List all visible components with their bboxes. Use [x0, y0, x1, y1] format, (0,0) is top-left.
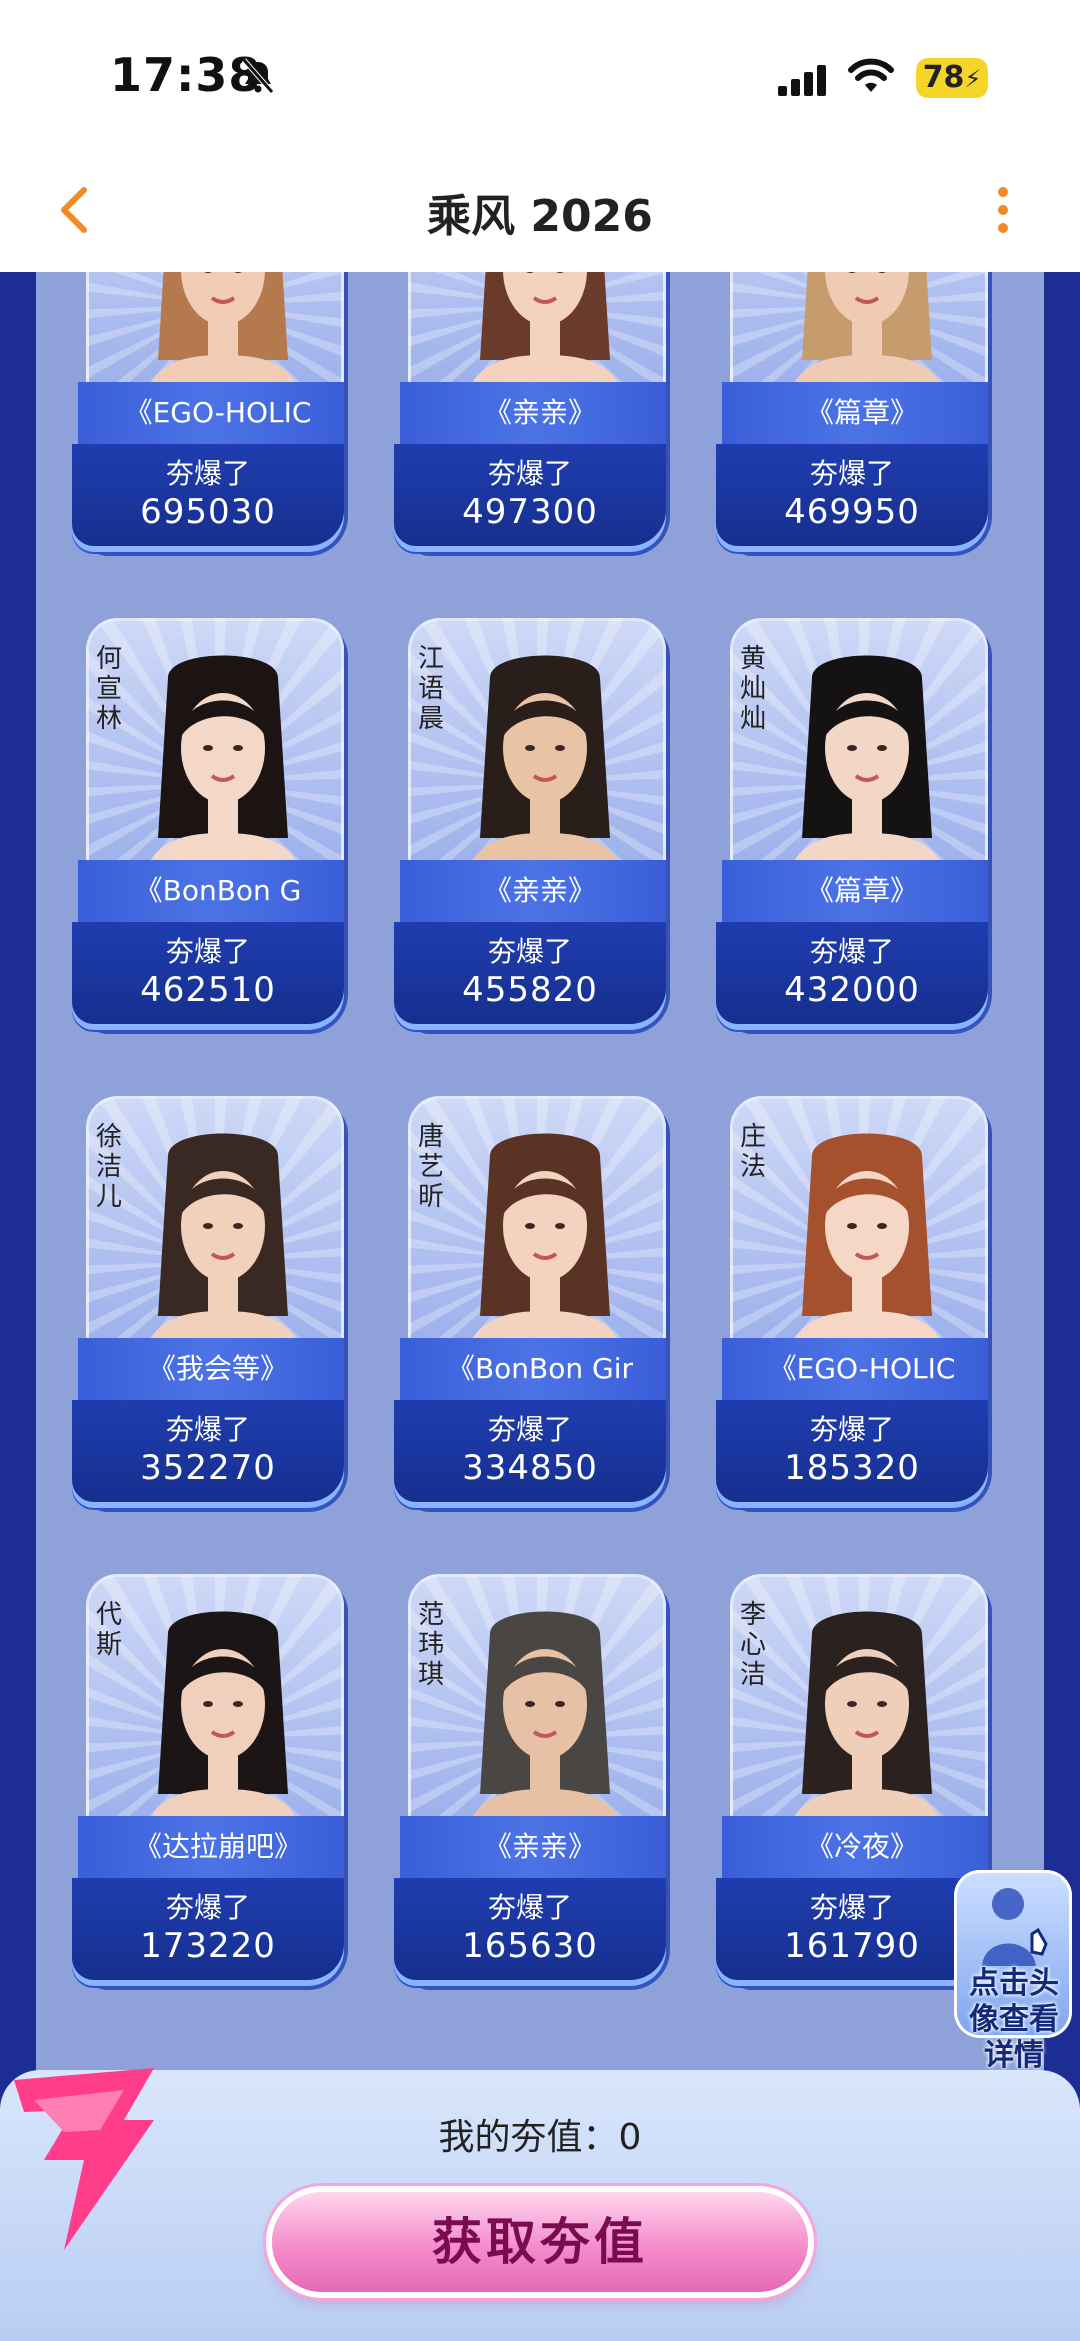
song-bar: 《EGO-HOLIC	[78, 382, 344, 444]
contestant-name: 唐艺昕	[417, 1122, 444, 1212]
score-box: 夯爆了 497300	[394, 444, 666, 546]
song-bar: 《篇章》	[722, 860, 988, 922]
song-bar: 《EGO-HOLIC	[722, 1338, 988, 1400]
contestant-name: 徐洁儿	[95, 1122, 122, 1212]
cellular-signal-icon	[778, 65, 826, 96]
contestant-card[interactable]: 徐洁儿《我会等》夯爆了 352270	[72, 1096, 344, 1506]
get-value-button[interactable]: 获取夯值	[272, 2192, 808, 2292]
song-title: 《亲亲》	[483, 396, 596, 429]
song-title: 《BonBon Gir	[446, 1352, 634, 1385]
person-silhouette-icon	[982, 1888, 1048, 1966]
score-box: 夯爆了 334850	[394, 1400, 666, 1502]
status-bar: 17:38 78⚡	[0, 0, 1080, 150]
song-title: 《亲亲》	[483, 1830, 596, 1863]
wifi-icon	[848, 58, 894, 92]
song-bar: 《BonBon G	[78, 860, 344, 922]
score-value: 165630	[462, 1926, 598, 1966]
contestant-card[interactable]: 范玮琪《亲亲》夯爆了 165630	[394, 1574, 666, 1984]
score-box: 夯爆了 469950	[716, 444, 988, 546]
score-label: 夯爆了	[165, 935, 250, 968]
score-value: 455820	[462, 970, 598, 1010]
song-title: 《EGO-HOLIC	[768, 1352, 956, 1385]
contestant-name: 范玮琪	[417, 1600, 444, 1690]
score-box: 夯爆了 462510	[72, 922, 344, 1024]
contestant-card[interactable]: 唐艺昕《BonBon Gir 夯爆了 334850	[394, 1096, 666, 1506]
score-box: 夯爆了 173220	[72, 1878, 344, 1980]
contestant-card[interactable]: 庄法《EGO-HOLIC 夯爆了 185320	[716, 1096, 988, 1506]
view-details-hint[interactable]: 点击头像查看详情	[954, 1870, 1074, 2073]
battery-indicator: 78⚡	[916, 58, 988, 98]
song-title: 《EGO-HOLIC	[124, 396, 312, 429]
contestant-card[interactable]: 《篇章》夯爆了 469950	[716, 272, 988, 550]
song-title: 《亲亲》	[483, 874, 596, 907]
score-value: 185320	[784, 1448, 920, 1488]
battery-level: 78	[922, 60, 965, 95]
contestant-name: 江语晨	[417, 644, 444, 734]
contestant-card[interactable]: 代斯《达拉崩吧》夯爆了 173220	[72, 1574, 344, 1984]
get-value-button-label: 获取夯值	[432, 2212, 648, 2271]
score-label: 夯爆了	[809, 1413, 894, 1446]
song-bar: 《亲亲》	[400, 382, 666, 444]
song-title: 《我会等》	[147, 1352, 288, 1385]
hint-text: 点击头像查看详情	[969, 1966, 1059, 2073]
contestant-card[interactable]: 《亲亲》夯爆了 497300	[394, 272, 666, 550]
contestant-card[interactable]: 李心洁《冷夜》夯爆了 161790	[716, 1574, 988, 1984]
score-value: 161790	[784, 1926, 920, 1966]
contestant-card[interactable]: 江语晨《亲亲》夯爆了 455820	[394, 618, 666, 1028]
muted-bell-icon	[242, 58, 274, 94]
score-label: 夯爆了	[487, 1413, 572, 1446]
more-options-icon[interactable]	[988, 180, 1018, 240]
ranking-content[interactable]: 《EGO-HOLIC 夯爆了 695030 《亲亲》 夯爆了 497300 《篇章》 夯爆了 4…	[0, 272, 1080, 2341]
score-value: 462510	[140, 970, 276, 1010]
score-label: 夯爆了	[487, 935, 572, 968]
score-label: 夯爆了	[487, 1891, 572, 1924]
contestant-name: 代斯	[95, 1600, 122, 1660]
song-bar: 《亲亲》	[400, 1816, 666, 1878]
contestant-name: 何宣林	[95, 644, 122, 734]
score-label: 夯爆了	[165, 1891, 250, 1924]
song-bar: 《亲亲》	[400, 860, 666, 922]
song-title: 《篇章》	[805, 874, 918, 907]
score-label: 夯爆了	[809, 457, 894, 490]
score-label: 夯爆了	[165, 1413, 250, 1446]
contestant-name: 李心洁	[739, 1600, 766, 1690]
contestant-card[interactable]: 黄灿灿《篇章》夯爆了 432000	[716, 618, 988, 1028]
score-box: 夯爆了 161790	[716, 1878, 988, 1980]
score-label: 夯爆了	[487, 457, 572, 490]
nav-bar: 乘风 2026	[0, 150, 1080, 272]
score-box: 夯爆了 432000	[716, 922, 988, 1024]
contestant-card[interactable]: 何宣林《BonBon G 夯爆了 462510	[72, 618, 344, 1028]
score-value: 497300	[462, 492, 598, 532]
score-value: 173220	[140, 1926, 276, 1966]
song-bar: 《BonBon Gir	[400, 1338, 666, 1400]
show-logo-icon	[14, 2068, 154, 2250]
song-title: 《达拉崩吧》	[133, 1830, 302, 1863]
song-bar: 《篇章》	[722, 382, 988, 444]
score-label: 夯爆了	[809, 1891, 894, 1924]
page-title: 乘风 2026	[427, 191, 653, 242]
score-box: 夯爆了 695030	[72, 444, 344, 546]
score-value: 695030	[140, 492, 276, 532]
my-value-text: 我的夯值：0	[438, 2117, 642, 2158]
song-title: 《篇章》	[805, 396, 918, 429]
score-value: 469950	[784, 492, 920, 532]
score-box: 夯爆了 165630	[394, 1878, 666, 1980]
score-box: 夯爆了 455820	[394, 922, 666, 1024]
song-bar: 《冷夜》	[722, 1816, 988, 1878]
contestant-name: 庄法	[739, 1122, 766, 1182]
score-box: 夯爆了 185320	[716, 1400, 988, 1502]
song-bar: 《达拉崩吧》	[78, 1816, 344, 1878]
score-value: 334850	[462, 1448, 598, 1488]
charging-bolt-icon: ⚡	[964, 65, 982, 93]
song-title: 《BonBon G	[134, 874, 302, 907]
score-value: 432000	[784, 970, 920, 1010]
score-value: 352270	[140, 1448, 276, 1488]
song-title: 《冷夜》	[805, 1830, 918, 1863]
score-box: 夯爆了 352270	[72, 1400, 344, 1502]
score-label: 夯爆了	[809, 935, 894, 968]
song-bar: 《我会等》	[78, 1338, 344, 1400]
contestant-card[interactable]: 《EGO-HOLIC 夯爆了 695030	[72, 272, 344, 550]
contestant-name: 黄灿灿	[739, 644, 766, 734]
score-label: 夯爆了	[165, 457, 250, 490]
